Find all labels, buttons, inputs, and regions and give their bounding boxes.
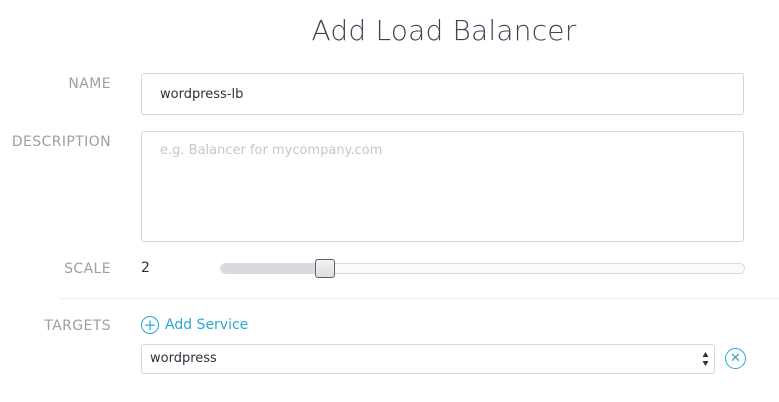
scale-value: 2: [141, 260, 150, 276]
name-label: NAME: [68, 76, 111, 92]
name-input[interactable]: [141, 73, 744, 115]
select-arrows-icon: [702, 352, 709, 366]
scale-slider-track[interactable]: [220, 263, 745, 274]
scale-label: SCALE: [64, 261, 111, 277]
plus-circle-icon: +: [141, 316, 159, 334]
close-circle-icon: ✕: [730, 351, 741, 366]
section-divider: [60, 298, 779, 299]
description-label: DESCRIPTION: [11, 134, 111, 150]
scale-slider-fill: [221, 264, 326, 273]
add-service-button[interactable]: + Add Service: [141, 316, 248, 334]
service-select-value: wordpress: [150, 351, 217, 366]
page-title: Add Load Balancer: [311, 14, 577, 47]
scale-slider-handle[interactable]: [315, 259, 335, 278]
add-service-label: Add Service: [165, 317, 249, 333]
add-load-balancer-page: Add Load Balancer NAME DESCRIPTION SCALE…: [0, 0, 779, 402]
description-textarea[interactable]: [141, 131, 744, 242]
remove-service-button[interactable]: ✕: [725, 348, 746, 369]
targets-label: TARGETS: [44, 318, 111, 334]
service-select[interactable]: wordpress: [141, 344, 715, 374]
